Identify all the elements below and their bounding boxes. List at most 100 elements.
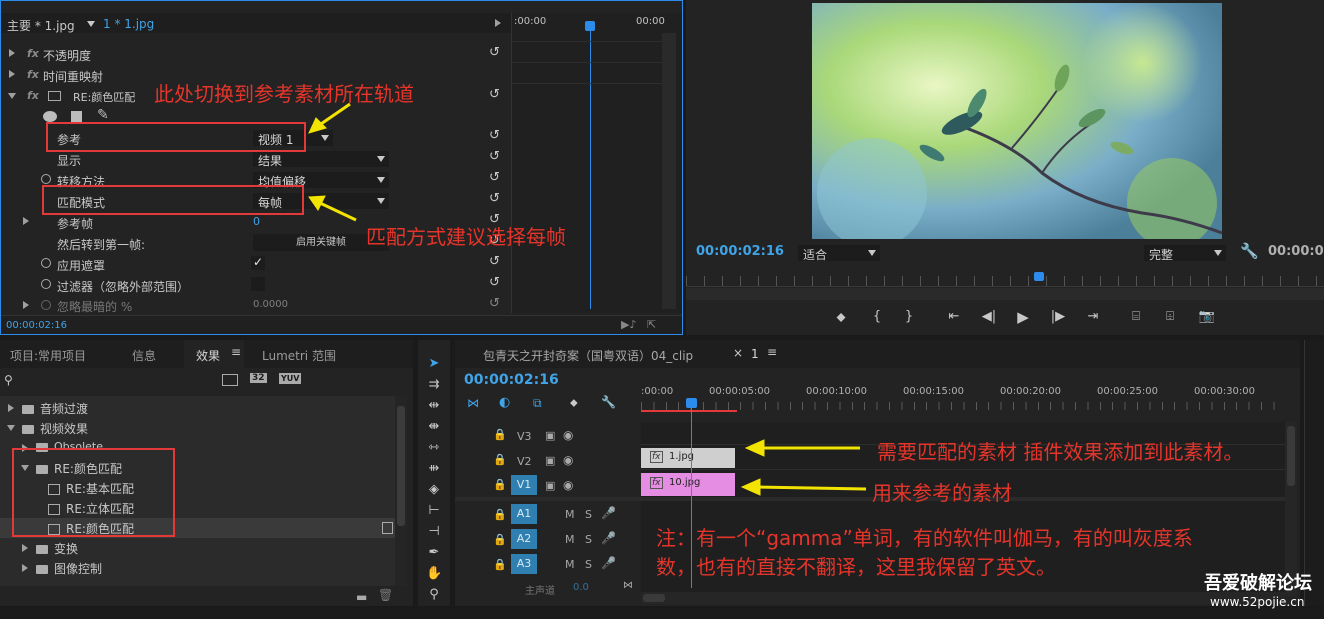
timeline-hscroll[interactable]	[641, 592, 1285, 604]
track-a3-button[interactable]: A3	[511, 554, 537, 574]
export-frame-icon[interactable]: 📷	[1197, 309, 1217, 324]
ellipse-mask-icon[interactable]	[43, 111, 57, 122]
go-to-out-icon[interactable]: ⇥	[1083, 309, 1103, 324]
track-a2-button[interactable]: A2	[511, 529, 537, 549]
tree-image-control[interactable]: 图像控制	[36, 560, 102, 577]
nest-toggle-icon[interactable]: ⋈	[467, 396, 479, 410]
reset-icon[interactable]: ↺	[489, 275, 500, 290]
pen-mask-icon[interactable]: ✎	[97, 107, 109, 123]
track-a1-button[interactable]: A1	[511, 504, 537, 524]
scroll-thumb[interactable]	[643, 594, 665, 602]
rect-mask-icon[interactable]	[71, 111, 82, 122]
program-video-frame[interactable]	[812, 3, 1222, 239]
mini-timeline[interactable]: :00:00 00:00	[511, 13, 682, 313]
eye-icon[interactable]: ◉	[563, 428, 573, 442]
hand-tool-icon[interactable]: ✋	[426, 566, 442, 582]
rate-stretch-tool-icon[interactable]: ⇿	[426, 440, 442, 456]
add-marker-icon[interactable]: ⬥	[570, 396, 578, 410]
tab-master-clip[interactable]: 主要 * 1.jpg	[7, 17, 75, 34]
search-input[interactable]	[18, 372, 208, 388]
slip-tool-icon[interactable]: ⊢	[426, 503, 442, 519]
tree-video-effects[interactable]: 视频效果	[22, 420, 88, 437]
program-playhead-handle[interactable]	[1034, 272, 1044, 281]
32bit-effects-badge[interactable]: 32	[250, 373, 267, 383]
apply-mask-checkbox[interactable]: ✓	[251, 255, 265, 270]
yuv-effects-badge[interactable]: YUV	[279, 373, 302, 384]
effects-scrollbar[interactable]	[395, 396, 407, 586]
reset-icon[interactable]: ↺	[489, 296, 500, 311]
search-icon[interactable]: ⚲	[4, 373, 13, 387]
microphone-icon[interactable]: 🎤	[601, 531, 616, 545]
lock-icon[interactable]: 🔒	[493, 478, 507, 491]
expand-icon[interactable]	[22, 544, 28, 552]
stopwatch-icon[interactable]	[41, 174, 51, 184]
tree-transform[interactable]: 变换	[36, 540, 78, 557]
mini-playhead-handle[interactable]	[585, 21, 595, 31]
timeline-timecode[interactable]: 00:00:02:16	[464, 372, 559, 388]
accelerated-effects-icon[interactable]	[222, 374, 238, 386]
reset-icon[interactable]: ↺	[489, 254, 500, 269]
linked-selection-icon[interactable]: ⧉	[533, 396, 542, 411]
wrench-icon[interactable]: 🔧	[601, 395, 616, 409]
work-area-bar[interactable]	[641, 410, 737, 412]
solo-button[interactable]: S	[585, 558, 592, 571]
go-to-in-icon[interactable]: ⇤	[944, 309, 964, 324]
expand-icon[interactable]	[23, 217, 29, 225]
program-scrollbar[interactable]	[686, 288, 1324, 300]
snap-icon[interactable]: ◐	[499, 395, 510, 410]
track-v1-button[interactable]: V1	[511, 475, 537, 495]
bowtie-icon[interactable]: ⋈	[623, 580, 633, 591]
lock-icon[interactable]: 🔒	[493, 533, 507, 546]
panel-menu-icon[interactable]: ≡	[231, 345, 241, 359]
mini-playhead[interactable]	[590, 21, 591, 309]
tab-sequence-1[interactable]: 1	[751, 347, 759, 361]
reset-icon[interactable]: ↺	[489, 45, 500, 60]
selection-tool-icon[interactable]: ➤	[426, 356, 442, 372]
expand-icon[interactable]	[9, 70, 15, 78]
tab-clip[interactable]: 1 * 1.jpg	[103, 17, 154, 31]
display-dropdown[interactable]: 结果	[253, 151, 389, 168]
step-back-icon[interactable]: ◀|	[979, 309, 999, 324]
track-select-tool-icon[interactable]: ⇉	[426, 377, 442, 393]
expand-icon[interactable]	[9, 49, 15, 57]
zoom-dropdown[interactable]: 适合	[798, 245, 880, 262]
new-bin-icon[interactable]: ▬	[356, 590, 367, 604]
program-ruler[interactable]	[686, 268, 1324, 287]
collapse-icon[interactable]	[7, 425, 15, 431]
panel-menu-icon[interactable]: ≡	[767, 345, 777, 359]
stopwatch-icon[interactable]	[41, 279, 51, 289]
tab-sequence[interactable]: 包青天之开封奇案（国粤双语）04_clip	[483, 347, 693, 364]
lift-icon[interactable]: ⌸	[1126, 309, 1146, 324]
stopwatch-icon[interactable]	[41, 258, 51, 268]
zoom-tool-icon[interactable]: ⚲	[426, 587, 442, 603]
filter-checkbox[interactable]	[251, 277, 265, 291]
rolling-edit-tool-icon[interactable]: ⇼	[426, 419, 442, 435]
expand-icon[interactable]	[23, 301, 29, 309]
mute-button[interactable]: M	[565, 558, 575, 571]
eye-icon[interactable]: ◉	[563, 453, 573, 467]
quality-dropdown[interactable]: 完整	[1144, 245, 1226, 262]
track-v3-label[interactable]: V3	[517, 430, 532, 443]
track-v2-label[interactable]: V2	[517, 455, 532, 468]
timeline-playhead-handle[interactable]	[686, 398, 697, 408]
lock-icon[interactable]: 🔒	[493, 428, 507, 441]
sync-lock-icon[interactable]: ▣	[545, 479, 555, 492]
sync-lock-icon[interactable]: ▣	[545, 429, 555, 442]
clip-v1-10jpg[interactable]: fx 10.jpg	[641, 473, 735, 496]
clip-dropdown-icon[interactable]	[87, 21, 95, 27]
reset-icon[interactable]: ↺	[489, 128, 500, 143]
tab-lumetri-scopes[interactable]: Lumetri 范围	[262, 347, 336, 364]
program-timecode[interactable]: 00:00:02:16	[696, 244, 784, 259]
add-marker-icon[interactable]: ⬥	[831, 310, 851, 325]
reset-icon[interactable]: ↺	[489, 87, 500, 102]
export-icon[interactable]: ⇱	[647, 318, 656, 331]
ripple-edit-tool-icon[interactable]: ⇹	[426, 398, 442, 414]
extract-icon[interactable]: ⌹	[1160, 309, 1180, 324]
mute-button[interactable]: M	[565, 533, 575, 546]
trash-icon[interactable]: 🗑	[378, 588, 393, 602]
pen-tool-icon[interactable]: ✒	[426, 545, 442, 561]
tab-effects-active[interactable]: 效果 ≡	[184, 340, 244, 368]
mute-button[interactable]: M	[565, 508, 575, 521]
microphone-icon[interactable]: 🎤	[601, 556, 616, 570]
collapse-icon[interactable]	[8, 93, 16, 99]
